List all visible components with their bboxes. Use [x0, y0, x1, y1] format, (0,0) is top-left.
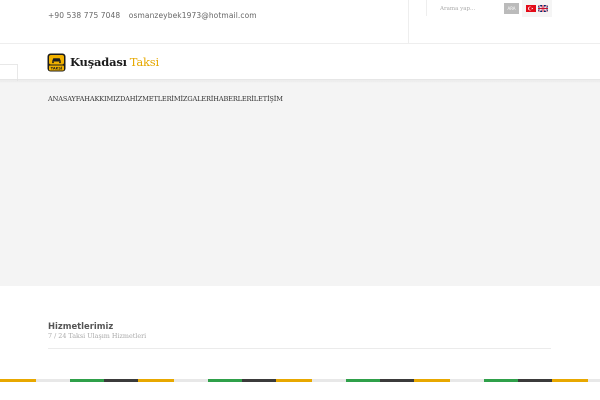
nav-item-hizmetlerimiz[interactable]: HİZMETLERİMİZ: [130, 95, 188, 103]
top-bar: +90 538 775 7048 osmanzeybek1973@hotmail…: [0, 0, 600, 44]
search-divider: [426, 0, 427, 16]
main-nav: ANASAYFA HAKKIMIZDA HİZMETLERİMİZ GALERİ…: [48, 95, 283, 103]
search-button[interactable]: ARA: [504, 3, 519, 14]
section-title: Hizmetlerimiz: [48, 321, 114, 331]
logo-text-accent: Taksi: [129, 55, 159, 69]
nav-item-galeri[interactable]: GALERİ: [187, 95, 213, 103]
section-subtitle: 7 / 24 Taksi Ulaşım Hizmetleri: [48, 332, 147, 340]
nav-item-haberler[interactable]: HABERLER: [213, 95, 251, 103]
footer-color-stripe: [0, 379, 600, 382]
contact-info: +90 538 775 7048 osmanzeybek1973@hotmail…: [48, 11, 257, 20]
topbar-divider: [408, 0, 409, 44]
turkey-flag-icon[interactable]: [526, 5, 536, 12]
search-input[interactable]: [440, 3, 502, 15]
nav-item-iletisim[interactable]: İLETİŞİM: [251, 95, 283, 103]
site-logo[interactable]: TAKSİ Kuşadası Taksi: [47, 52, 159, 72]
phone-number[interactable]: +90 538 775 7048: [48, 11, 120, 20]
nav-item-anasayfa[interactable]: ANASAYFA: [48, 95, 84, 103]
hero-banner: [0, 81, 600, 286]
section-divider: [48, 348, 551, 349]
header-shadow: [0, 79, 600, 83]
logo-badge-text: TAKSİ: [51, 65, 63, 70]
email-address[interactable]: osmanzeybek1973@hotmail.com: [129, 11, 257, 20]
logo-text: Kuşadası: [70, 55, 127, 69]
uk-flag-icon[interactable]: [538, 5, 548, 12]
taxi-icon: TAKSİ: [47, 53, 66, 72]
nav-item-hakkimizda[interactable]: HAKKIMIZDA: [84, 95, 130, 103]
